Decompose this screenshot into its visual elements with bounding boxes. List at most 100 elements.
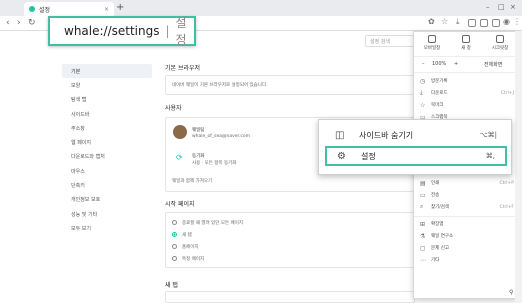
pin-icon[interactable]: ⚲ (509, 289, 513, 296)
capture-icon[interactable] (468, 19, 476, 27)
tab-title: 설정 (39, 6, 51, 14)
sync-icon: ⟳ (176, 153, 183, 162)
flask-icon: ⚗ (420, 232, 426, 240)
sidebar-item-privacy[interactable]: 개인정보 보호 (62, 193, 152, 207)
menu-item-label: 기타 (431, 258, 440, 263)
new-tab-card (165, 291, 415, 303)
puzzle-icon: ⊞ (420, 220, 426, 228)
menu-item-shortcut: Ctrl+P (499, 180, 515, 186)
back-button[interactable]: ‹ (6, 17, 10, 29)
menu-incognito[interactable]: 시크릿창 (485, 35, 515, 51)
sidebar-toggle-icon[interactable] (480, 19, 488, 27)
new-window-icon (462, 35, 470, 43)
page-scrollbar[interactable] (515, 31, 522, 303)
find-icon: ⌕ (420, 203, 424, 210)
menu-item-label: 전송 (431, 193, 440, 198)
menu-item-labs[interactable]: ⚗ 웨일 연구소 (414, 231, 519, 241)
menu-item-label: 북마크 (431, 103, 444, 108)
startup-radio-homepage[interactable] (172, 244, 177, 249)
printer-icon: ▤ (420, 179, 426, 187)
address-bar-callout[interactable]: whale://settings | 설정 (48, 16, 196, 47)
zoom-value: 100% (432, 61, 447, 67)
menu-mobile-label: 모바일창 (423, 46, 441, 51)
menu-item-label: 문제 신고 (431, 246, 449, 251)
menu-top-row: 모바일창 새 창 시크릿창 (414, 32, 519, 56)
mobile-icon (428, 35, 436, 43)
clock-icon: ◷ (420, 77, 426, 85)
sidebar-item-basic[interactable]: 기본 (62, 64, 152, 79)
whale-icon[interactable]: ✿ (428, 17, 435, 26)
url-separator: | (165, 24, 170, 38)
menu-item-extensions[interactable]: ⊞ 확장앱 (414, 219, 519, 229)
menu-item-send[interactable]: ▭ 전송 (414, 190, 519, 200)
sidebar-item-tabs[interactable]: 탐색 탭 (62, 93, 152, 107)
menu-new-window[interactable]: 새 창 (451, 35, 481, 51)
download-icon: ⤓ (420, 89, 423, 96)
startup-section-title: 시작 페이지 (165, 201, 195, 208)
user-section-title: 사용자 (165, 105, 182, 112)
menu-item-downloads[interactable]: ⤓ 다운로드 Ctrl+J (414, 88, 519, 98)
menu-zoom-callout: ◫ 사이드바 숨기기 ⌥⌘| ⚙ 설정 ⌘, (318, 119, 512, 175)
menu-item-bookmarks[interactable]: ☆ 북마크 (414, 100, 519, 110)
sidebar-item-mouse[interactable]: 마우스 (62, 164, 152, 178)
send-icon: ▭ (420, 191, 426, 199)
startup-option-homepage: 홈페이지 (182, 245, 199, 250)
url-page-label: 설정 (175, 16, 187, 47)
maximize-button[interactable]: □ (498, 3, 505, 11)
tab-close-icon[interactable]: × (104, 6, 109, 13)
close-window-button[interactable]: × (510, 3, 516, 11)
menu-item-print[interactable]: ▤ 인쇄 Ctrl+P (414, 178, 519, 188)
menu-item-more[interactable]: ⋯ 기타 (414, 255, 519, 265)
menu-item-find[interactable]: ⌕ 찾기/검색 Ctrl+F (414, 202, 519, 212)
startup-option-newtab: 새 탭 (182, 233, 192, 238)
menu-item-settings[interactable]: ⚙ 설정 ⌘, (325, 146, 507, 166)
minimize-button[interactable]: – (486, 3, 490, 11)
menu-item-history[interactable]: ◷ 방문기록 (414, 76, 519, 86)
new-tab-button[interactable]: + (116, 3, 124, 13)
sidebar-item-downloads[interactable]: 다운로드와 캡처 (62, 150, 152, 164)
user-email: whale_of_sea@naver.com (192, 134, 251, 139)
menu-item-label: 다운로드 (431, 91, 448, 96)
more-icon: ⋯ (420, 256, 426, 264)
menu-item-report[interactable]: ▢ 문제 신고 (414, 243, 519, 253)
menu-item-hide-sidebar[interactable]: ◫ 사이드바 숨기기 ⌥⌘| (325, 125, 507, 145)
reload-button[interactable]: ↻ (28, 17, 36, 29)
menu-divider (414, 72, 519, 73)
download-icon[interactable]: ⤓ (456, 17, 460, 27)
star-icon[interactable]: ☆ (441, 17, 448, 26)
menu-item-shortcut: ⌥⌘| (479, 131, 497, 139)
startup-radio-restore[interactable] (172, 220, 177, 225)
startup-option-restore: 종료할 때 열려 있던 모든 페이지 (182, 221, 243, 226)
sidebar-item-all[interactable]: 모두 보기 (62, 221, 152, 235)
zoom-in-button[interactable]: + (454, 61, 458, 67)
startup-radio-specific[interactable] (172, 256, 177, 261)
menu-divider (414, 216, 519, 217)
zoom-out-button[interactable]: – (422, 61, 425, 67)
startup-radio-newtab[interactable] (172, 232, 177, 237)
menu-icon[interactable]: ⋮ (513, 17, 521, 26)
tab-settings[interactable]: 설정 × (24, 2, 114, 16)
sidebar-item-sidebar[interactable]: 사이드바 (62, 107, 152, 121)
sidebar-item-appearance[interactable]: 모양 (62, 78, 152, 92)
profile-icon[interactable]: ◉ (503, 17, 510, 26)
startup-option-specific: 특정 페이지 (182, 257, 205, 262)
zoom-row: – 100% + 전체화면 (414, 60, 519, 70)
fullscreen-button[interactable]: 전체화면 (484, 61, 502, 68)
menu-mobile-window[interactable]: 모바일창 (417, 35, 447, 51)
sidebar-item-web-pages[interactable]: 웹 페이지 (62, 135, 152, 149)
import-link[interactable]: 웨일과 함께 가져오기 (172, 178, 212, 184)
menu-item-label: 방문기록 (431, 79, 448, 84)
tab-list-icon[interactable] (492, 19, 500, 27)
sidebar-item-shortcuts[interactable]: 단축키 (62, 178, 152, 192)
sidebar-icon: ◫ (335, 129, 345, 141)
forward-button[interactable]: › (17, 17, 21, 29)
menu-item-label: 사이드바 숨기기 (359, 130, 414, 140)
user-name: 웨일팀 (192, 128, 205, 133)
menu-new-window-label: 새 창 (461, 46, 471, 51)
sync-detail: 사용 · 모든 항목 동기화 (192, 161, 237, 166)
settings-search-input[interactable]: 설정 검색 (365, 35, 417, 47)
sidebar-item-address-bar[interactable]: 주소창 (62, 121, 152, 135)
star-icon: ☆ (420, 101, 426, 109)
avatar[interactable] (173, 125, 187, 139)
sidebar-item-performance[interactable]: 성능 및 기타 (62, 207, 152, 221)
